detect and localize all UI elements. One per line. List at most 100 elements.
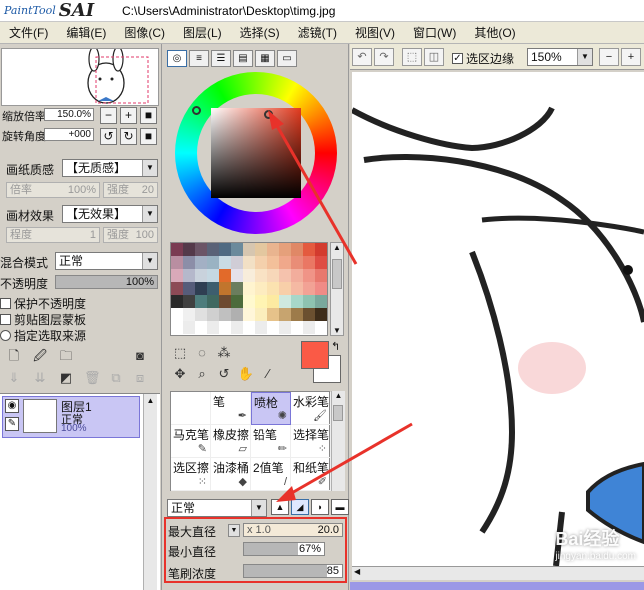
menu-window[interactable]: 窗口(W) (404, 22, 465, 44)
color-swatch[interactable] (171, 282, 183, 295)
color-swatch[interactable] (255, 282, 267, 295)
rotate-reset-button[interactable]: ■ (140, 128, 157, 145)
color-swatch[interactable] (279, 321, 291, 334)
color-swatch[interactable] (303, 269, 315, 282)
color-swatch[interactable] (219, 321, 231, 334)
color-wheel-mode-icon[interactable]: ◎ (167, 50, 187, 67)
menu-file[interactable]: 文件(F) (0, 22, 57, 44)
saturation-value-square[interactable] (211, 108, 301, 198)
color-swatch[interactable] (171, 295, 183, 308)
new-linework-layer-icon[interactable]: 🖉 (32, 348, 48, 364)
color-swatch[interactable] (279, 269, 291, 282)
color-swatch[interactable] (195, 256, 207, 269)
color-swatch[interactable] (219, 308, 231, 321)
deselect-icon[interactable]: ⬚ (402, 48, 422, 66)
paper-effect-select[interactable]: 【无效果】 ▼ (62, 205, 158, 223)
hand-icon[interactable]: ✋ (237, 365, 255, 383)
layer-row[interactable]: ◉ ✎ 图层1 正常 100% (2, 396, 140, 438)
rotate-slider[interactable]: +000 (44, 128, 94, 141)
rotate-cw-button[interactable]: ↻ (120, 128, 137, 145)
menu-layer[interactable]: 图层(L) (174, 22, 231, 44)
color-swatch[interactable] (207, 321, 219, 334)
color-swatch[interactable] (171, 308, 183, 321)
color-swatch[interactable] (291, 269, 303, 282)
color-swatch[interactable] (231, 295, 243, 308)
color-swatch[interactable] (255, 256, 267, 269)
hue-marker[interactable] (192, 106, 201, 115)
color-swatch[interactable] (207, 269, 219, 282)
delete-layer-icon[interactable]: 🗑 (84, 370, 101, 386)
rect-select-icon[interactable]: ⬚ (171, 344, 189, 362)
redo-icon[interactable]: ↷ (374, 48, 394, 66)
color-swatch[interactable] (231, 269, 243, 282)
palette-scrollbar[interactable]: ▲ ▼ (330, 242, 344, 336)
new-folder-icon[interactable]: 🗀 (58, 348, 74, 364)
color-swatch[interactable] (315, 282, 327, 295)
color-swatch[interactable] (303, 321, 315, 334)
color-swatch[interactable] (219, 282, 231, 295)
invert-selection-icon[interactable]: ◫ (424, 48, 444, 66)
color-swatch[interactable] (291, 295, 303, 308)
new-layer-icon[interactable]: 🗋 (6, 348, 22, 364)
color-swatch[interactable] (219, 269, 231, 282)
tool-binary-pen[interactable]: 2值笔 / (251, 458, 291, 491)
canvas-zoom-select[interactable]: 150% ▼ (527, 48, 593, 66)
menu-edit[interactable]: 编辑(E) (57, 22, 115, 44)
mixer-mode-icon[interactable]: ▤ (233, 50, 253, 67)
color-swatch[interactable] (303, 295, 315, 308)
canvas-horizontal-scrollbar[interactable]: ◀ (352, 566, 644, 580)
zoom-in-button[interactable]: + (120, 107, 137, 124)
menu-filter[interactable]: 滤镜(T) (289, 22, 346, 44)
color-swatch[interactable] (255, 243, 267, 256)
color-swatch[interactable] (303, 256, 315, 269)
color-swatch[interactable] (291, 282, 303, 295)
rotate-ccw-button[interactable]: ↺ (100, 128, 117, 145)
color-swatch[interactable] (255, 308, 267, 321)
color-swatch[interactable] (183, 308, 195, 321)
swatches-mode-icon[interactable]: ▦ (255, 50, 275, 67)
color-swatch[interactable] (231, 243, 243, 256)
color-swatch[interactable] (207, 295, 219, 308)
scratchpad-mode-icon[interactable]: ▭ (277, 50, 297, 67)
color-swatch[interactable] (183, 321, 195, 334)
color-swatch[interactable] (207, 308, 219, 321)
color-swatch[interactable] (231, 256, 243, 269)
color-swatch[interactable] (231, 308, 243, 321)
scroll-left-icon[interactable]: ◀ (354, 567, 360, 576)
color-swatch[interactable] (291, 321, 303, 334)
color-swatch[interactable] (255, 269, 267, 282)
color-swatch[interactable] (195, 269, 207, 282)
menu-view[interactable]: 视图(V) (346, 22, 404, 44)
layer-list-scrollbar[interactable]: ▲ (143, 394, 157, 590)
scroll-thumb[interactable] (332, 259, 342, 289)
color-swatch[interactable] (207, 256, 219, 269)
navigator-preview[interactable] (1, 48, 159, 106)
color-swatch[interactable] (171, 243, 183, 256)
color-swatch[interactable] (195, 243, 207, 256)
tool-airbrush[interactable]: 喷枪 ✺ (251, 392, 291, 425)
brush-mode-select[interactable]: 正常 ▼ (167, 499, 267, 517)
color-swatch[interactable] (279, 308, 291, 321)
color-swatch[interactable] (231, 321, 243, 334)
zoom-out-canvas-icon[interactable]: − (599, 48, 619, 66)
brush-shape-sharp[interactable]: ▲ (271, 499, 289, 515)
color-swatch[interactable] (183, 243, 195, 256)
foreground-color-swatch[interactable] (301, 341, 329, 369)
paper-texture-select[interactable]: 【无质感】 ▼ (62, 159, 158, 177)
scroll-down-icon[interactable]: ▼ (331, 326, 343, 335)
color-swatch[interactable] (315, 243, 327, 256)
layer-mask-icon[interactable]: ◙ (132, 348, 148, 364)
color-swatch[interactable] (279, 256, 291, 269)
color-swatch[interactable] (219, 256, 231, 269)
tool-select-eraser[interactable]: 选区擦 ⁙ (171, 458, 211, 491)
undo-icon[interactable]: ↶ (352, 48, 372, 66)
color-swatch[interactable] (279, 243, 291, 256)
brush-shape-round[interactable]: ◗ (311, 499, 329, 515)
drawing-canvas[interactable]: Bai经验 jingyan.baidu.com (352, 72, 644, 566)
menu-other[interactable]: 其他(O) (465, 22, 524, 44)
color-swatch[interactable] (183, 295, 195, 308)
eyedropper-icon[interactable]: ⁄ (259, 365, 277, 383)
color-swatch[interactable] (315, 256, 327, 269)
color-swatch[interactable] (195, 308, 207, 321)
color-swatch[interactable] (171, 269, 183, 282)
